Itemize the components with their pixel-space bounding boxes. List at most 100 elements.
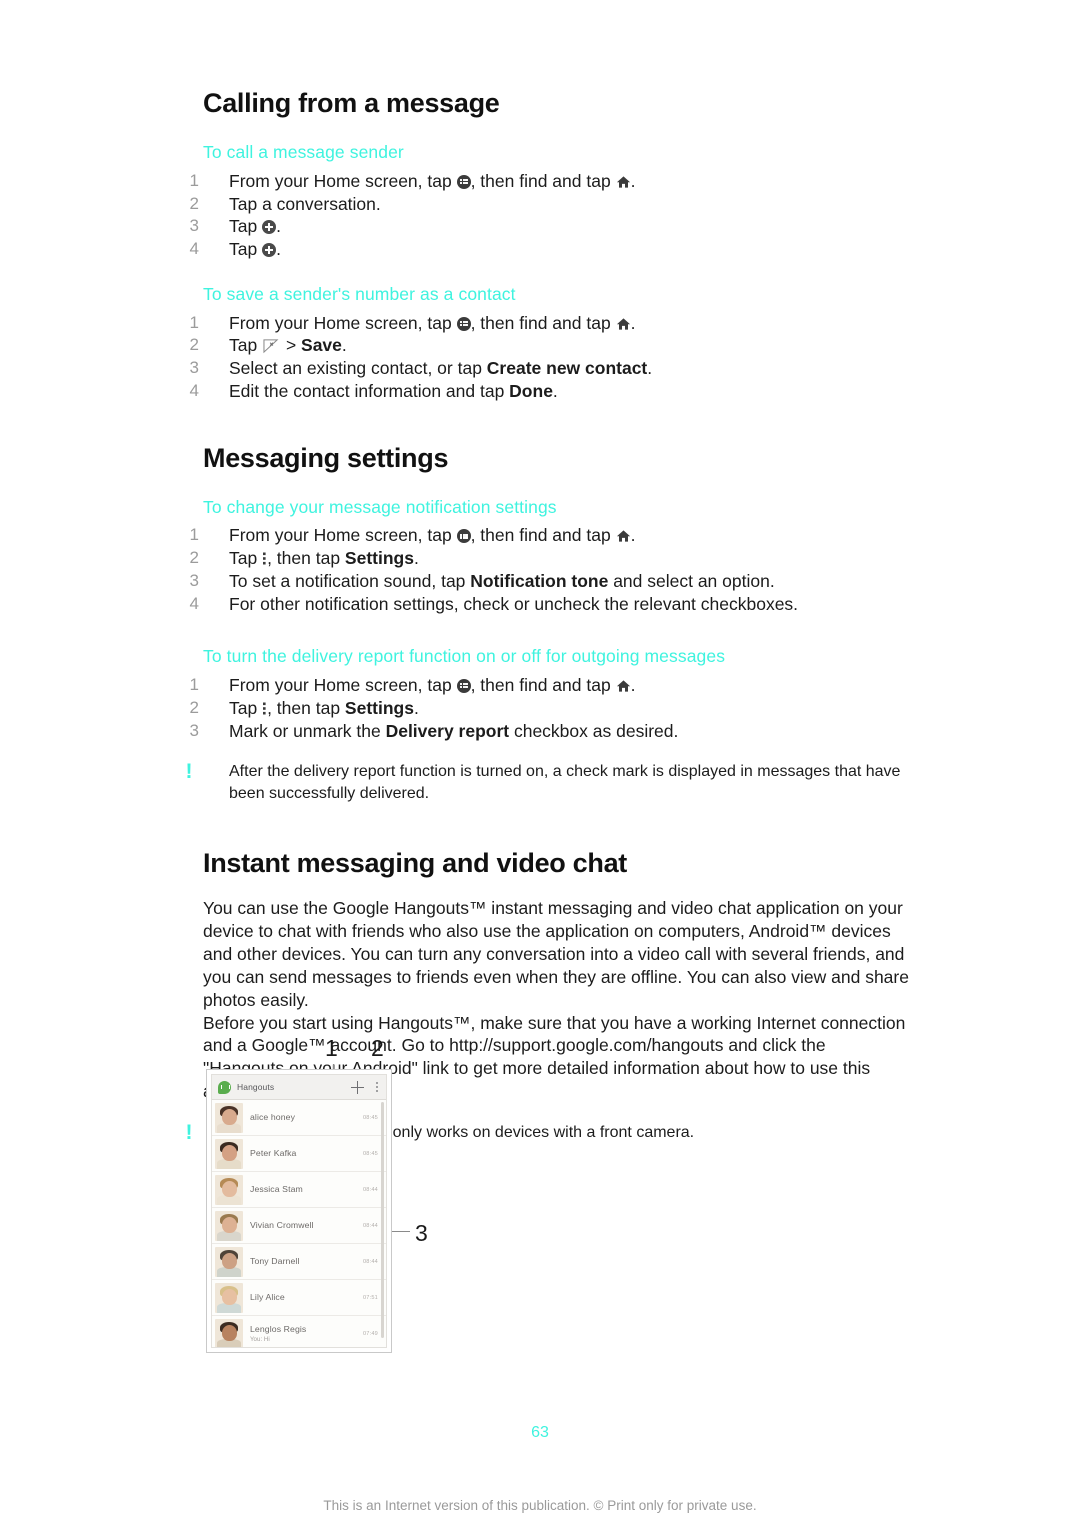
figure-hangouts-screenshot: 1 2 3 Hangouts alice honey 08:45 Peter K… bbox=[200, 1035, 500, 1365]
step-text: Select an existing contact, or tap bbox=[229, 358, 487, 379]
step-text: Edit the contact information and tap bbox=[229, 380, 510, 401]
list-item[interactable]: Lenglos Regis You: Hi 07:49 bbox=[212, 1316, 386, 1347]
new-hangout-plus-icon[interactable] bbox=[351, 1080, 364, 1094]
subsection-heading-save-sender-number: To save a sender's number as a contact bbox=[203, 283, 516, 304]
conversation-name: Vivian Cromwell bbox=[250, 1220, 314, 1231]
avatar bbox=[215, 1102, 243, 1133]
step-text-2: . bbox=[276, 239, 281, 260]
step-text: Tap bbox=[229, 239, 263, 260]
step-item: From your Home screen, tap , then find a… bbox=[179, 524, 909, 547]
add-circle-icon bbox=[262, 243, 277, 258]
step-bold-settings: Settings bbox=[344, 548, 414, 569]
app-drawer-icon bbox=[456, 174, 471, 189]
phone-screen: Hangouts alice honey 08:45 Peter Kafka 0… bbox=[211, 1074, 387, 1348]
page-content: Calling from a message To call a message… bbox=[179, 88, 909, 1144]
conversation-time: 08:44 bbox=[363, 1258, 378, 1265]
conversation-time: 08:45 bbox=[363, 1150, 378, 1157]
note-text: After the delivery report function is tu… bbox=[229, 763, 901, 802]
home-icon bbox=[616, 680, 630, 692]
steps-list-delivery-report: From your Home screen, tap , then find a… bbox=[179, 674, 909, 743]
kebab-menu-icon[interactable] bbox=[376, 1081, 379, 1094]
step-item: Tap . bbox=[179, 238, 909, 261]
hangouts-app-bar: Hangouts bbox=[212, 1075, 386, 1100]
list-item[interactable]: Jessica Stam 08:44 bbox=[212, 1172, 386, 1208]
save-flag-icon bbox=[263, 339, 279, 354]
step-item: Tap > Save. bbox=[179, 334, 909, 357]
callout-number-1: 1 bbox=[325, 1035, 338, 1061]
step-text: Tap bbox=[229, 216, 263, 237]
conversation-time: 07:51 bbox=[363, 1294, 378, 1301]
avatar bbox=[215, 1174, 243, 1205]
step-text-3: . bbox=[630, 170, 636, 191]
step-text-3: . bbox=[630, 312, 636, 333]
section-calling-from-a-message: Calling from a message To call a message… bbox=[179, 88, 909, 403]
avatar bbox=[215, 1282, 243, 1313]
step-text: Mark or unmark the bbox=[229, 720, 386, 741]
step-text: From your Home screen, tap bbox=[229, 312, 457, 333]
list-item[interactable]: Peter Kafka 08:45 bbox=[212, 1136, 386, 1172]
kebab-menu-icon bbox=[263, 702, 266, 715]
step-bold-done: Done bbox=[509, 380, 553, 401]
list-item[interactable]: Vivian Cromwell 08:44 bbox=[212, 1208, 386, 1244]
exclamation-icon: ! bbox=[185, 760, 193, 784]
step-text-2: checkbox as desired. bbox=[509, 720, 679, 741]
app-drawer-icon bbox=[456, 679, 471, 694]
home-icon bbox=[616, 176, 630, 188]
conversation-name: Peter Kafka bbox=[250, 1148, 297, 1159]
step-item: Edit the contact information and tap Don… bbox=[179, 380, 909, 403]
list-item[interactable]: alice honey 08:45 bbox=[212, 1100, 386, 1136]
step-text: Tap bbox=[229, 335, 263, 356]
note-delivery-report: ! After the delivery report function is … bbox=[186, 760, 909, 804]
step-item: From your Home screen, tap , then find a… bbox=[179, 170, 909, 193]
add-circle-icon bbox=[262, 220, 277, 235]
step-item: Tap . bbox=[179, 215, 909, 238]
subsection-heading-change-notification-settings: To change your message notification sett… bbox=[203, 496, 557, 517]
step-item: From your Home screen, tap , then find a… bbox=[179, 674, 909, 697]
avatar bbox=[215, 1210, 243, 1241]
step-text-2: , then find and tap bbox=[470, 170, 616, 191]
conversation-list: alice honey 08:45 Peter Kafka 08:45 Jess… bbox=[212, 1100, 386, 1347]
step-text-3: . bbox=[413, 548, 419, 569]
conversation-name: alice honey bbox=[250, 1112, 296, 1123]
step-bold-save: Save bbox=[301, 335, 342, 356]
step-text-2: . bbox=[552, 380, 558, 401]
section-title: Instant messaging and video chat bbox=[203, 847, 627, 878]
step-text-3: . bbox=[341, 335, 347, 356]
app-drawer-icon bbox=[456, 529, 471, 544]
avatar bbox=[215, 1246, 243, 1277]
subsection-heading-to-call-a-message-sender: To call a message sender bbox=[203, 142, 404, 163]
body-paragraph: You can use the Google Hangouts™ instant… bbox=[203, 897, 909, 1010]
step-text-2: . bbox=[276, 216, 281, 237]
phone-mockup: Hangouts alice honey 08:45 Peter Kafka 0… bbox=[206, 1069, 392, 1353]
list-item[interactable]: Lily Alice 07:51 bbox=[212, 1280, 386, 1316]
conversation-time: 08:44 bbox=[363, 1222, 378, 1229]
list-item[interactable]: Tony Darnell 08:44 bbox=[212, 1244, 386, 1280]
conversation-time: 08:44 bbox=[363, 1186, 378, 1193]
step-text: From your Home screen, tap bbox=[229, 170, 457, 191]
step-bold-create-new-contact: Create new contact bbox=[486, 358, 648, 379]
step-text-2: , then tap bbox=[267, 697, 345, 718]
step-text-2: , then find and tap bbox=[470, 525, 616, 546]
conversation-name: Jessica Stam bbox=[250, 1184, 303, 1195]
step-text-3: . bbox=[630, 525, 636, 546]
step-bold-notification-tone: Notification tone bbox=[470, 570, 609, 591]
app-drawer-icon bbox=[456, 316, 471, 331]
step-text-3: . bbox=[630, 675, 636, 696]
callout-number-2: 2 bbox=[371, 1035, 384, 1061]
home-icon bbox=[616, 530, 630, 542]
step-text: To set a notification sound, tap bbox=[229, 570, 471, 591]
scrollbar[interactable] bbox=[381, 1102, 384, 1338]
conversation-name: Lenglos Regis bbox=[250, 1324, 307, 1335]
step-item: To set a notification sound, tap Notific… bbox=[179, 570, 909, 593]
step-item: Mark or unmark the Delivery report check… bbox=[179, 720, 909, 743]
conversation-preview: You: Hi bbox=[250, 1335, 270, 1343]
step-item: Tap , then tap Settings. bbox=[179, 547, 909, 570]
step-text-2: and select an option. bbox=[608, 570, 775, 591]
step-text: From your Home screen, tap bbox=[229, 675, 457, 696]
steps-list-call-message-sender: From your Home screen, tap , then find a… bbox=[179, 170, 909, 261]
section-title: Messaging settings bbox=[203, 442, 449, 473]
hangouts-app-title: Hangouts bbox=[237, 1082, 275, 1092]
step-text-2: , then find and tap bbox=[470, 312, 616, 333]
steps-list-notification-settings: From your Home screen, tap , then find a… bbox=[179, 524, 909, 615]
step-bold-delivery-report: Delivery report bbox=[385, 720, 510, 741]
